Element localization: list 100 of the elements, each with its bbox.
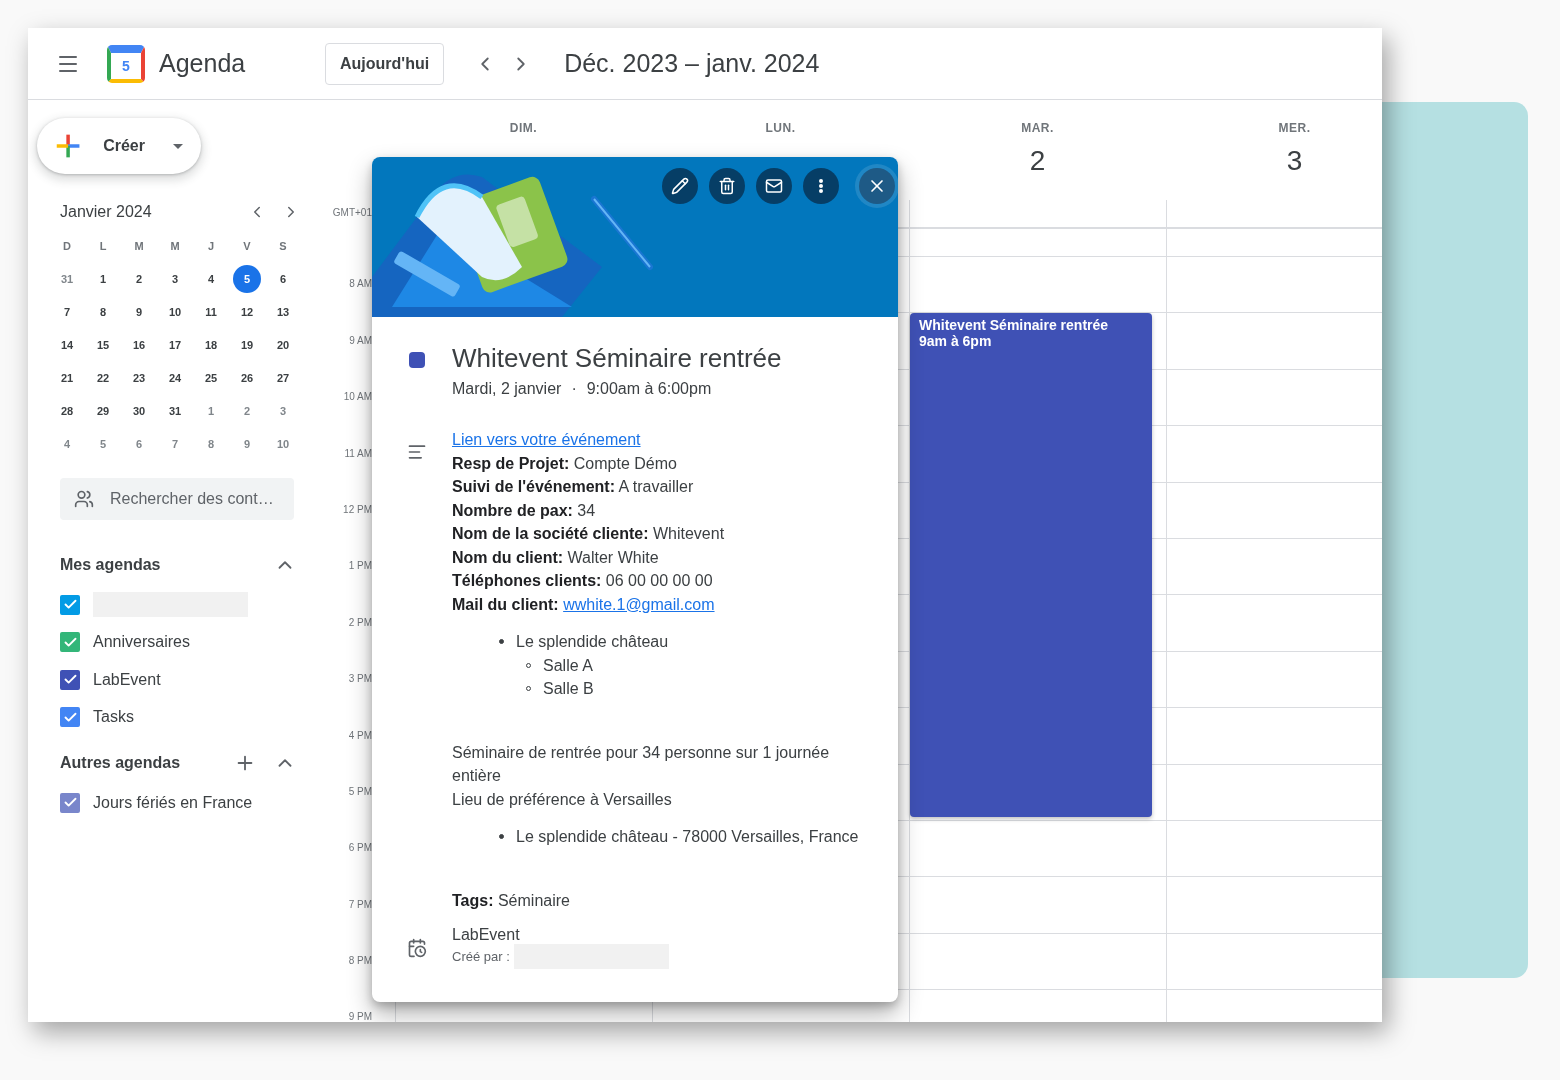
calendar-day[interactable]: 23 — [125, 363, 153, 392]
calendar-checkbox[interactable] — [60, 792, 80, 813]
calendar-day[interactable]: 4 — [53, 429, 81, 458]
calendar-day[interactable]: 6 — [125, 429, 153, 458]
calendar-day[interactable]: 27 — [269, 363, 297, 392]
calendar-day[interactable]: 3 — [269, 396, 297, 425]
room-item: Salle A — [526, 653, 878, 677]
hour-label: 5 PM — [348, 785, 372, 798]
calendar-day[interactable]: 14 — [53, 330, 81, 359]
calendar-name: Tasks — [93, 708, 134, 727]
calendar-day[interactable]: 1 — [89, 264, 117, 293]
calendar-day[interactable]: 26 — [233, 363, 261, 392]
calendar-checkbox[interactable] — [60, 632, 80, 653]
description-line: Nombre de pax: 34 — [452, 500, 597, 521]
calendar-day[interactable]: 3 — [161, 264, 189, 293]
calendar-logo: 5 — [107, 44, 145, 83]
calendar-day[interactable]: 31 — [161, 396, 189, 425]
hour-label: 2 PM — [348, 616, 372, 629]
day-number[interactable]: 3 — [1286, 145, 1303, 177]
calendar-checkbox[interactable] — [60, 707, 80, 728]
calendar-day[interactable]: 24 — [161, 363, 189, 392]
weekday-label: S — [279, 239, 287, 252]
event-block[interactable]: Whitevent Séminaire rentrée 9am à 6pm — [910, 313, 1152, 817]
calendar-day[interactable]: 12 — [233, 297, 261, 326]
search-field[interactable]: Rechercher des cont… — [60, 478, 294, 520]
trash-icon — [718, 177, 736, 195]
calendar-day[interactable]: 11 — [197, 297, 225, 326]
more-icon — [819, 179, 823, 193]
calendar-day[interactable]: 9 — [233, 429, 261, 458]
caret-icon — [173, 143, 183, 149]
weekday-name: LUN. — [765, 121, 796, 135]
calendar-day[interactable]: 7 — [161, 429, 189, 458]
calendar-day[interactable]: 4 — [197, 264, 225, 293]
email-link[interactable]: wwhite.1@gmail.com — [563, 595, 715, 613]
calendar-checkbox[interactable] — [60, 594, 80, 615]
calendar-name: Jours fériés en France — [93, 793, 253, 812]
today-button[interactable]: Aujourd'hui — [325, 42, 445, 85]
all-day-cell[interactable] — [1166, 200, 1382, 228]
calendar-day[interactable]: 16 — [125, 330, 153, 359]
calendar-day[interactable]: 5 — [233, 264, 261, 293]
description-line: Mail du client: wwhite.1@gmail.com — [452, 594, 716, 615]
timezone-label: GMT+01 — [331, 206, 373, 220]
calendar-day[interactable]: 19 — [233, 330, 261, 359]
calendar-day[interactable]: 25 — [197, 363, 225, 392]
calendar-day[interactable]: 13 — [269, 297, 297, 326]
calendar-day[interactable]: 18 — [197, 330, 225, 359]
calendar-day[interactable]: 29 — [89, 396, 117, 425]
calendar-day[interactable]: 10 — [269, 429, 297, 458]
app-name: Agenda — [159, 49, 247, 78]
event-title: Whitevent Séminaire rentrée — [919, 317, 1110, 333]
calendar-day[interactable]: 10 — [161, 297, 189, 326]
calendar-day[interactable]: 7 — [53, 297, 81, 326]
calendar-day[interactable]: 22 — [89, 363, 117, 392]
calendar-day[interactable]: 21 — [53, 363, 81, 392]
calendar-day[interactable]: 8 — [197, 429, 225, 458]
description-line: Nom de la société cliente: Whitevent — [452, 524, 726, 544]
weekday-name: DIM. — [509, 121, 538, 135]
weekday-label: M — [134, 239, 144, 252]
date-range: Déc. 2023 – janv. 2024 — [564, 49, 820, 78]
calendar-day[interactable]: 15 — [89, 330, 117, 359]
section-title: Mes agendas — [60, 556, 162, 574]
calendar-day[interactable]: 2 — [125, 264, 153, 293]
calendar-day[interactable]: 5 — [89, 429, 117, 458]
hour-label: 8 AM — [349, 278, 372, 291]
description-line: Téléphones clients: 06 00 00 00 00 — [452, 571, 714, 591]
calendar-day[interactable]: 2 — [233, 396, 261, 425]
event-link[interactable]: Lien vers votre événement — [452, 431, 641, 448]
description-line: Nom du client: Walter White — [452, 547, 660, 568]
calendar-day[interactable]: 30 — [125, 396, 153, 425]
calendar-checkbox[interactable] — [60, 669, 80, 690]
more-button[interactable] — [803, 168, 839, 204]
edit-button[interactable] — [662, 168, 698, 204]
weekday-label: M — [170, 239, 180, 252]
day-column-grid[interactable]: Whitevent Séminaire rentrée 9am à 6pm — [909, 228, 1166, 1022]
hour-label: 3 PM — [348, 673, 372, 686]
calendar-name: LabEvent — [93, 670, 161, 689]
envelope-icon — [765, 177, 783, 195]
calendar-day[interactable]: 31 — [53, 264, 81, 293]
calendar-day[interactable]: 8 — [89, 297, 117, 326]
month-title: Janvier 2024 — [60, 203, 153, 221]
separator-dot: · — [571, 380, 577, 398]
hour-label: 4 PM — [348, 729, 372, 742]
hour-label: 1 PM — [348, 560, 372, 573]
calendar-day[interactable]: 28 — [53, 396, 81, 425]
calendar-name: Anniversaires — [93, 633, 190, 652]
email-button[interactable] — [756, 168, 792, 204]
all-day-cell[interactable] — [909, 200, 1166, 228]
calendar-day[interactable]: 6 — [269, 264, 297, 293]
calendar-day[interactable]: 1 — [197, 396, 225, 425]
pencil-icon — [671, 177, 689, 195]
calendar-day[interactable]: 17 — [161, 330, 189, 359]
event-title: Whitevent Séminaire rentrée — [452, 343, 783, 374]
close-button[interactable] — [859, 168, 895, 204]
delete-button[interactable] — [709, 168, 745, 204]
hour-label: 9 AM — [349, 334, 372, 347]
calendar-day[interactable]: 9 — [125, 297, 153, 326]
note-text: Séminaire de rentrée pour 34 personne sur 1 journée entière — [452, 742, 831, 786]
create-button[interactable]: Créer — [37, 118, 201, 174]
calendar-day[interactable]: 20 — [269, 330, 297, 359]
day-number[interactable]: 2 — [1029, 145, 1046, 177]
